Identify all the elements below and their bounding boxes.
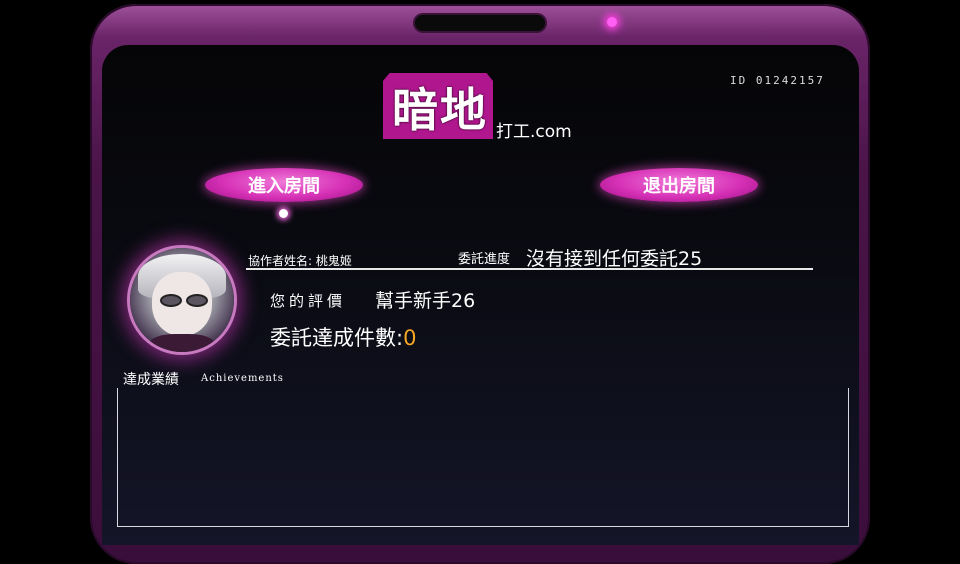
rating-label: 您的評價 bbox=[270, 292, 347, 310]
progress-label: 委託進度 bbox=[458, 252, 511, 267]
camera-indicator-light bbox=[607, 17, 617, 27]
achievements-panel bbox=[117, 388, 849, 527]
phone-speaker-notch bbox=[415, 15, 545, 31]
player-id: ID 01242157 bbox=[730, 74, 825, 87]
avatar-eye-left bbox=[160, 294, 182, 307]
exit-room-button[interactable]: 退出房間 bbox=[600, 168, 758, 202]
rating-value: 幫手新手26 bbox=[375, 290, 476, 312]
completed-count-value: 0 bbox=[403, 326, 417, 350]
enter-room-button[interactable]: 進入房間 bbox=[205, 168, 363, 202]
achievements-title: 達成業績 bbox=[123, 372, 179, 388]
selection-indicator-dot bbox=[279, 209, 288, 218]
completed-count: 委託達成件數:0 bbox=[270, 322, 416, 352]
logo-domain: 打工.com bbox=[496, 122, 572, 142]
collaborator-name: 協作者姓名: 桃鬼姬 bbox=[248, 254, 352, 268]
avatar-collar bbox=[150, 334, 214, 352]
progress-value: 沒有接到任何委託25 bbox=[526, 248, 703, 270]
info-divider bbox=[246, 268, 813, 270]
logo-title: 暗地 bbox=[392, 83, 488, 137]
avatar bbox=[130, 248, 234, 352]
avatar-eye-right bbox=[186, 294, 208, 307]
achievements-subtitle: Achievements bbox=[201, 373, 284, 384]
completed-count-label: 委託達成件數: bbox=[270, 326, 404, 350]
